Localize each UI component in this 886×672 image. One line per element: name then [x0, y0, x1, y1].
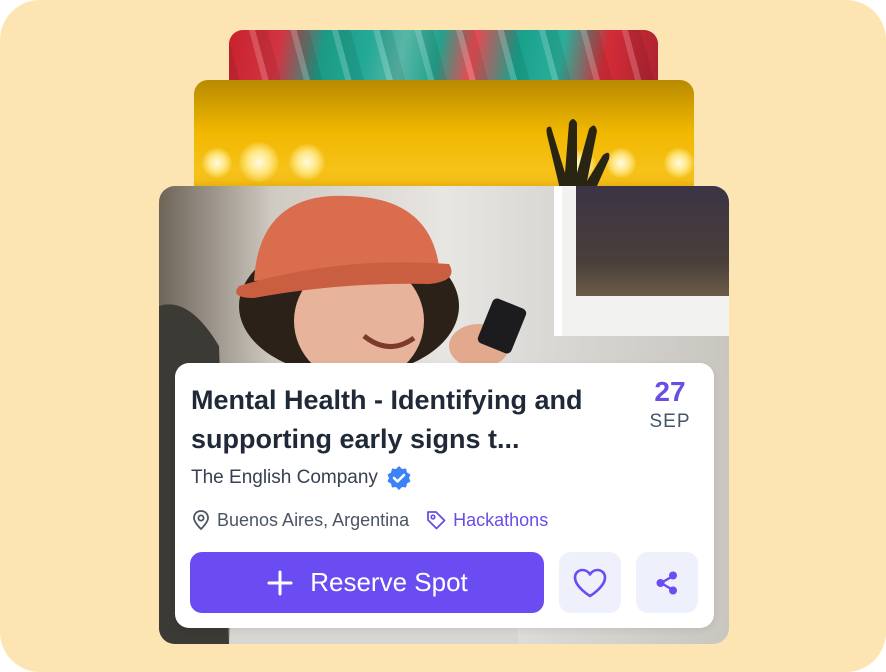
- share-button[interactable]: [636, 552, 698, 613]
- category-tag[interactable]: Hackathons: [425, 509, 548, 531]
- organizer-name[interactable]: The English Company: [191, 467, 378, 489]
- location-pin-icon: [193, 510, 209, 531]
- like-button[interactable]: [559, 552, 621, 613]
- category-label: Hackathons: [453, 509, 549, 530]
- reserve-spot-button[interactable]: Reserve Spot: [190, 552, 544, 613]
- stage-light: [289, 144, 325, 180]
- share-icon: [656, 571, 677, 594]
- event-date-month: SEP: [649, 411, 691, 432]
- stage-light: [664, 148, 694, 178]
- plus-icon: [267, 570, 293, 595]
- tag-icon: [427, 511, 446, 530]
- event-location: Buenos Aires, Argentina: [217, 509, 410, 530]
- event-date-day: 27: [654, 376, 686, 407]
- reserve-spot-label: Reserve Spot: [310, 567, 468, 597]
- stage-light: [239, 142, 279, 182]
- event-title[interactable]: Mental Health - Identifying and supporti…: [191, 381, 621, 459]
- event-date: 27 SEP: [640, 375, 700, 435]
- organizer-row: The English Company: [191, 465, 412, 491]
- heart-icon: [573, 568, 607, 597]
- event-meta-row: Buenos Aires, Argentina Hackathons: [191, 509, 548, 531]
- verified-badge-icon: [387, 466, 411, 490]
- event-info-panel: Mental Health - Identifying and supporti…: [175, 363, 714, 628]
- stage-light: [202, 148, 232, 178]
